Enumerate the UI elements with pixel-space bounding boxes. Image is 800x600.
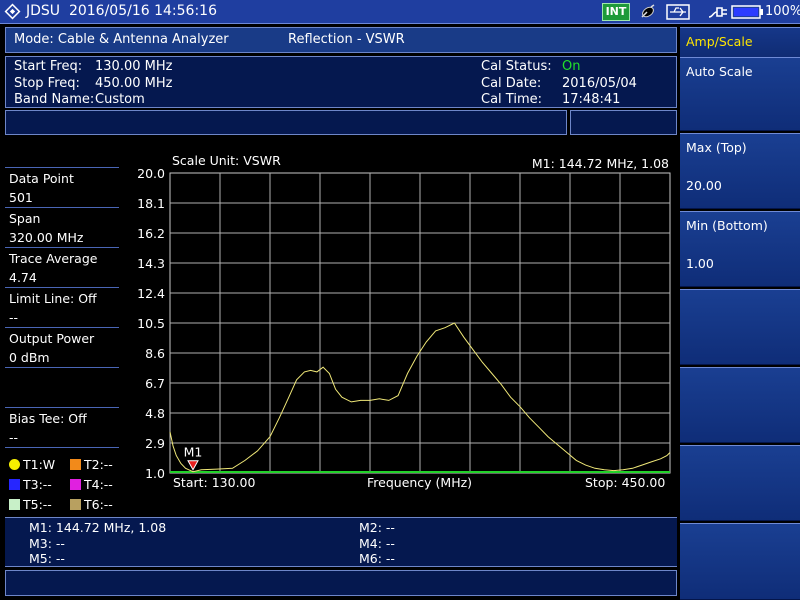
start-freq-axis-label: Start: 130.00 bbox=[173, 475, 256, 490]
power-plug-icon bbox=[708, 7, 727, 18]
marker-m3-readout: M3: -- bbox=[29, 536, 65, 551]
marker-m5-readout: M5: -- bbox=[29, 551, 65, 566]
marker-table: M1: 144.72 MHz, 1.08 M3: -- M5: -- M2: -… bbox=[5, 517, 677, 567]
battery-icon bbox=[731, 5, 763, 19]
marker-m2-readout: M2: -- bbox=[359, 520, 395, 535]
y-tick-label: 14.3 bbox=[137, 256, 165, 271]
marker-m1-readout: M1: 144.72 MHz, 1.08 bbox=[29, 520, 167, 535]
softkey-menu: Amp/Scale Auto Scale Max (Top) 20.00 Min… bbox=[680, 27, 800, 600]
max-top-button[interactable]: Max (Top) 20.00 bbox=[680, 133, 800, 209]
y-tick-label: 10.5 bbox=[137, 316, 165, 331]
softkey-empty-6[interactable] bbox=[680, 367, 800, 443]
battery-percent: 100% bbox=[765, 4, 800, 19]
stop-freq-axis-label: Stop: 450.00 bbox=[585, 475, 666, 490]
plot-grid bbox=[169, 172, 671, 474]
min-bottom-value: 1.00 bbox=[686, 256, 714, 271]
softkey-empty-8[interactable] bbox=[680, 523, 800, 600]
bottom-status-bar bbox=[5, 570, 677, 596]
y-tick-label: 6.7 bbox=[145, 376, 165, 391]
marker-m4-readout: M4: -- bbox=[359, 536, 395, 551]
min-bottom-button[interactable]: Min (Bottom) 1.00 bbox=[680, 211, 800, 287]
y-tick-label: 16.2 bbox=[137, 226, 165, 241]
y-tick-label: 1.0 bbox=[145, 466, 165, 481]
y-tick-label: 20.0 bbox=[137, 166, 165, 181]
y-tick-label: 2.9 bbox=[145, 436, 165, 451]
y-tick-label: 18.1 bbox=[137, 196, 165, 211]
auto-scale-label: Auto Scale bbox=[686, 64, 753, 79]
y-tick-label: 12.4 bbox=[137, 286, 165, 301]
softkey-empty-7[interactable] bbox=[680, 445, 800, 521]
min-bottom-label: Min (Bottom) bbox=[686, 218, 768, 233]
max-top-value: 20.00 bbox=[686, 178, 722, 193]
softkey-empty-5[interactable] bbox=[680, 289, 800, 365]
x-axis-label: Frequency (MHz) bbox=[367, 475, 473, 490]
y-tick-label: 8.6 bbox=[145, 346, 165, 361]
max-top-label: Max (Top) bbox=[686, 140, 747, 155]
vswr-plot[interactable]: 20.018.116.214.312.410.58.66.74.82.91.0 … bbox=[0, 0, 680, 515]
y-tick-labels: 20.0 18.1 16.2 14.3 12.4 10.5 8.6 6.7 4.8 2.9 1.0 bbox=[137, 166, 165, 481]
marker-m6-readout: M6: -- bbox=[359, 551, 395, 566]
y-tick-label: 4.8 bbox=[145, 406, 165, 421]
auto-scale-button[interactable]: Auto Scale bbox=[680, 57, 800, 131]
marker-m1-tag: M1 bbox=[184, 445, 203, 460]
menu-title: Amp/Scale bbox=[686, 34, 753, 49]
